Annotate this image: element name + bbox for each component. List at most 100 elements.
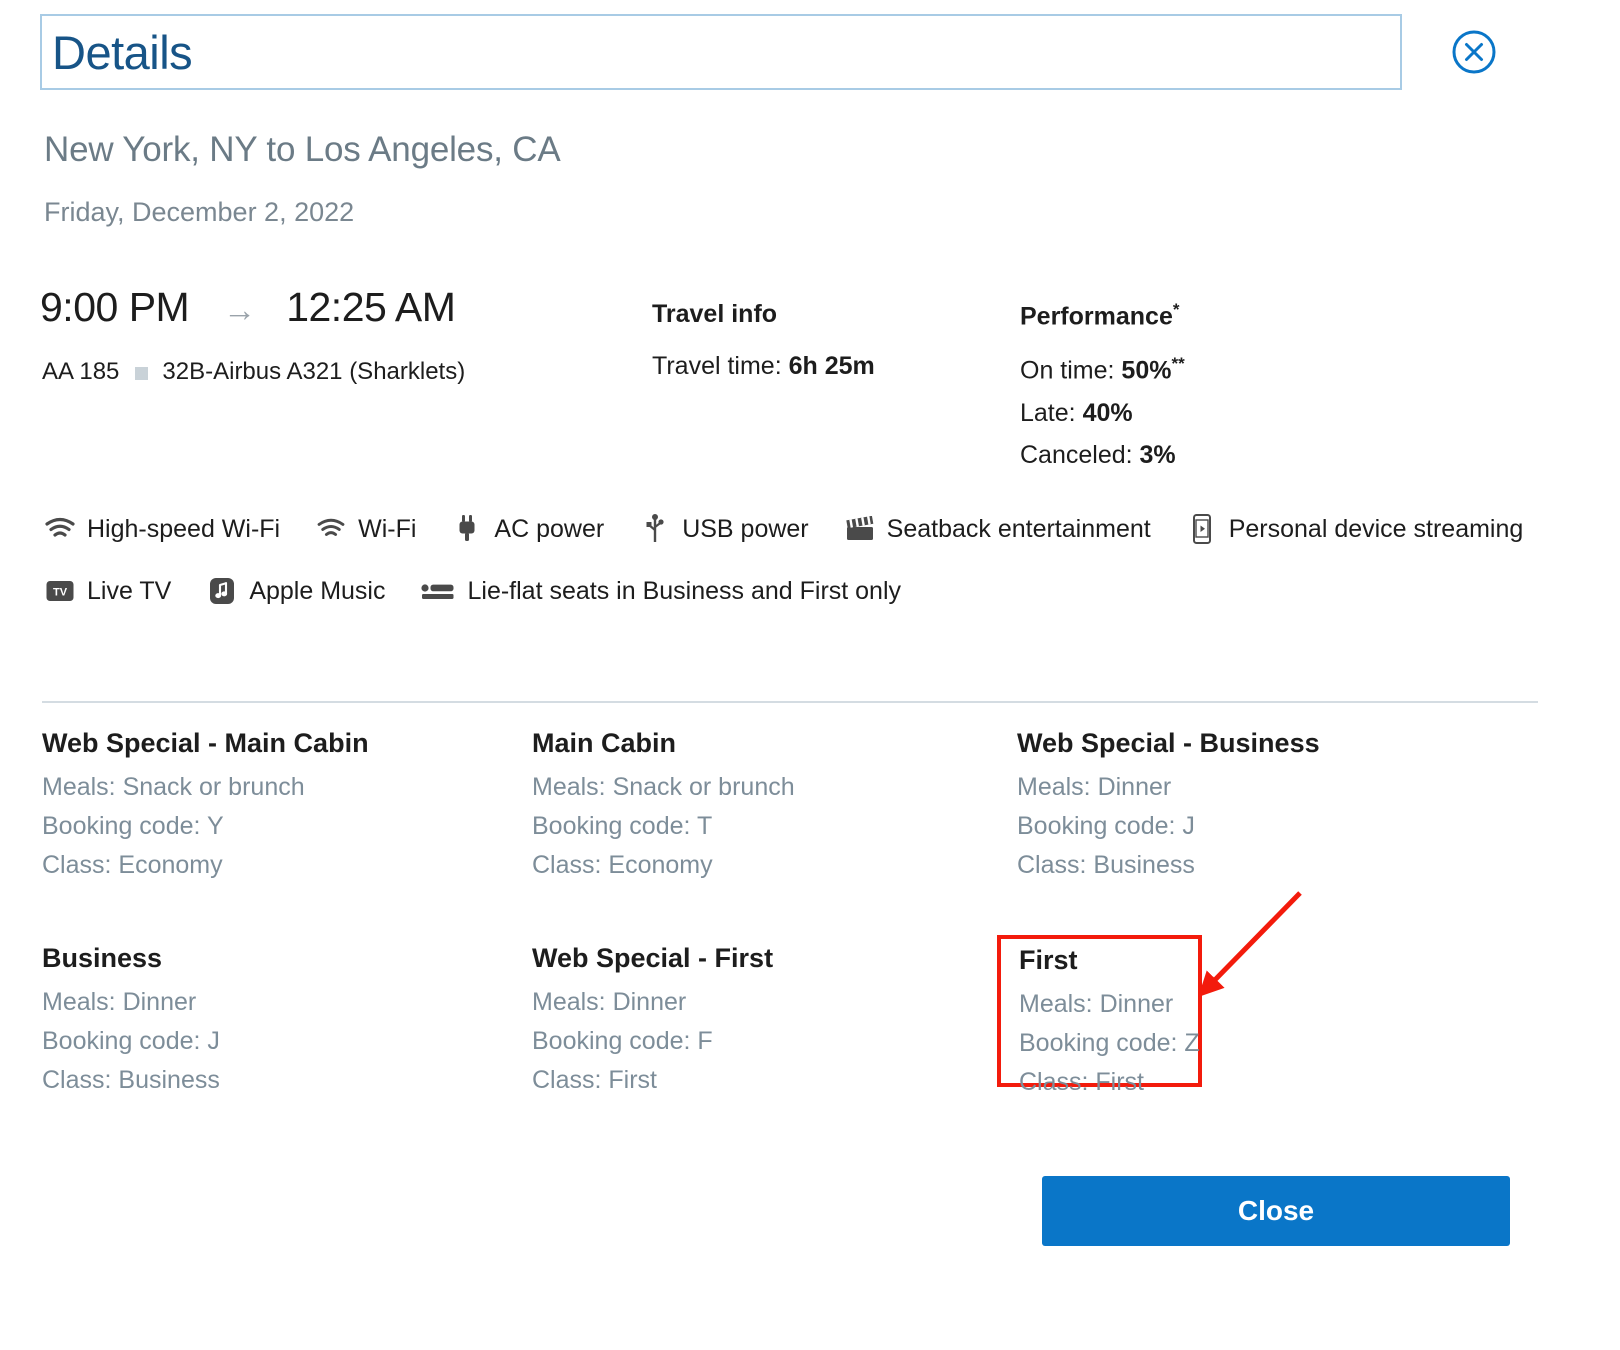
- travel-info-section: Travel info Travel time: 6h 25m: [652, 300, 875, 394]
- amenity-label: Seatback entertainment: [886, 514, 1151, 543]
- clapperboard-icon: [844, 516, 876, 542]
- amenity-label: AC power: [494, 514, 605, 543]
- fare-card-web-special-main-cabin[interactable]: Web Special - Main Cabin Meals: Snack or…: [40, 728, 530, 890]
- page-title: Details: [52, 25, 193, 79]
- close-button[interactable]: Close: [1042, 1176, 1510, 1246]
- travel-time-value: 6h 25m: [788, 352, 875, 380]
- phone-streaming-icon: [1186, 514, 1218, 544]
- amenity-label: Lie-flat seats in Business and First onl…: [467, 576, 902, 605]
- on-time-label: On time:: [1020, 356, 1122, 385]
- close-dialog-button[interactable]: [1450, 28, 1498, 76]
- fare-booking-code: Booking code: T: [532, 812, 713, 840]
- late-value: 40%: [1082, 398, 1133, 427]
- route-heading: New York, NY to Los Angeles, CA: [44, 130, 561, 169]
- fare-row-spacer: [40, 890, 1540, 943]
- fare-booking-code: Booking code: Z: [1019, 1029, 1200, 1057]
- fare-booking-code: Booking code: Y: [42, 812, 224, 840]
- late-label: Late:: [1020, 398, 1083, 427]
- amenity-usb-power: USB power: [639, 514, 809, 544]
- fare-class: Class: Business: [42, 1066, 220, 1094]
- fare-meals: Meals: Dinner: [532, 988, 687, 1016]
- on-time-value: 50%: [1121, 356, 1172, 385]
- amenity-live-tv: TV Live TV: [44, 577, 171, 606]
- aircraft-type: 32B-Airbus A321 (Sharklets): [162, 358, 466, 385]
- fare-card-web-special-first[interactable]: Web Special - First Meals: Dinner Bookin…: [530, 943, 1015, 1105]
- amenity-label: Wi-Fi: [358, 514, 417, 543]
- fare-title: Business: [42, 943, 163, 973]
- usb-power-icon: [639, 514, 671, 544]
- section-divider: [42, 701, 1538, 703]
- travel-time-label: Travel time:: [652, 352, 789, 380]
- flight-number: AA 185: [42, 358, 120, 385]
- canceled-row: Canceled: 3%: [1020, 441, 1185, 470]
- fare-row-2: Business Meals: Dinner Booking code: J C…: [40, 935, 1540, 1105]
- wifi-icon: [44, 517, 76, 541]
- fare-card-main-cabin[interactable]: Main Cabin Meals: Snack or brunch Bookin…: [530, 728, 1015, 890]
- flight-details-dialog: Details New York, NY to Los Angeles, CA …: [0, 0, 1620, 1350]
- fare-class: Class: First: [532, 1066, 657, 1094]
- amenity-apple-music: Apple Music: [206, 577, 385, 606]
- fare-meals: Meals: Dinner: [1019, 990, 1174, 1018]
- flight-date: Friday, December 2, 2022: [44, 197, 355, 227]
- fare-title: Web Special - Main Cabin: [42, 728, 369, 758]
- close-circle-icon: [1452, 30, 1496, 74]
- fare-class: Class: Economy: [532, 851, 713, 879]
- amenity-wifi: Wi-Fi: [315, 515, 416, 544]
- amenity-seatback-entertainment: Seatback entertainment: [844, 515, 1151, 544]
- wifi-icon: [315, 518, 347, 540]
- fare-options-grid: Web Special - Main Cabin Meals: Snack or…: [40, 728, 1540, 1105]
- amenity-label: High-speed Wi-Fi: [87, 514, 281, 543]
- travel-info-heading: Travel info: [652, 300, 778, 328]
- ac-power-plug-icon: [451, 515, 483, 543]
- fare-meals: Meals: Snack or brunch: [532, 773, 795, 801]
- late-row: Late: 40%: [1020, 399, 1185, 428]
- amenity-label: USB power: [682, 514, 809, 543]
- canceled-value: 3%: [1139, 440, 1176, 469]
- performance-asterisk: *: [1172, 300, 1180, 319]
- fare-meals: Meals: Dinner: [42, 988, 197, 1016]
- live-tv-icon: TV: [44, 580, 76, 602]
- arrival-time: 12:25 AM: [286, 284, 456, 330]
- apple-music-icon: [206, 577, 238, 605]
- amenity-lie-flat-seats: Lie-flat seats in Business and First onl…: [420, 577, 901, 606]
- fare-class: Class: First: [1019, 1068, 1144, 1096]
- departure-time: 9:00 PM: [40, 284, 190, 330]
- flight-meta: AA 185 32B-Airbus A321 (Sharklets): [42, 358, 465, 386]
- amenities-row-2: TV Live TV Apple Music Lie-flat seats in…: [44, 567, 1544, 615]
- separator-square-icon: [135, 366, 149, 380]
- fare-booking-code: Booking code: J: [1017, 812, 1195, 840]
- amenities-section: High-speed Wi-Fi Wi-Fi AC power USB powe…: [44, 505, 1544, 615]
- fare-card-business[interactable]: Business Meals: Dinner Booking code: J C…: [40, 943, 530, 1105]
- amenity-personal-device-streaming: Personal device streaming: [1186, 514, 1524, 544]
- performance-heading: Performance*: [1020, 300, 1185, 331]
- fare-meals: Meals: Dinner: [1017, 773, 1172, 801]
- amenity-label: Live TV: [87, 576, 172, 605]
- fare-booking-code: Booking code: F: [532, 1027, 713, 1055]
- travel-time-row: Travel time: 6h 25m: [652, 352, 875, 381]
- fare-booking-code: Booking code: J: [42, 1027, 220, 1055]
- amenity-high-speed-wifi: High-speed Wi-Fi: [44, 515, 280, 544]
- fare-title: Web Special - First: [532, 943, 774, 973]
- performance-section: Performance* On time: 50%** Late: 40% Ca…: [1020, 300, 1185, 483]
- fare-class: Class: Economy: [42, 851, 223, 879]
- lie-flat-seat-icon: [420, 581, 456, 601]
- on-time-asterisk: **: [1171, 354, 1185, 374]
- arrow-right-icon: →: [223, 291, 257, 328]
- amenity-ac-power: AC power: [451, 515, 604, 544]
- svg-text:TV: TV: [53, 587, 68, 599]
- fare-card-first[interactable]: First Meals: Dinner Booking code: Z Clas…: [997, 935, 1202, 1096]
- on-time-row: On time: 50%**: [1020, 354, 1185, 385]
- fare-meals: Meals: Snack or brunch: [42, 773, 305, 801]
- amenity-label: Personal device streaming: [1228, 514, 1524, 543]
- flight-times: 9:00 PM → 12:25 AM: [40, 284, 456, 331]
- canceled-label: Canceled:: [1020, 440, 1140, 469]
- fare-class: Class: Business: [1017, 851, 1195, 879]
- dialog-title-box: Details: [40, 14, 1402, 90]
- amenity-label: Apple Music: [249, 576, 386, 605]
- performance-heading-text: Performance: [1020, 302, 1173, 331]
- dialog-header: Details: [40, 14, 1580, 90]
- fare-title: First: [1019, 945, 1078, 975]
- fare-row-1: Web Special - Main Cabin Meals: Snack or…: [40, 728, 1540, 890]
- fare-card-web-special-business[interactable]: Web Special - Business Meals: Dinner Boo…: [1015, 728, 1505, 890]
- fare-title: Main Cabin: [532, 728, 677, 758]
